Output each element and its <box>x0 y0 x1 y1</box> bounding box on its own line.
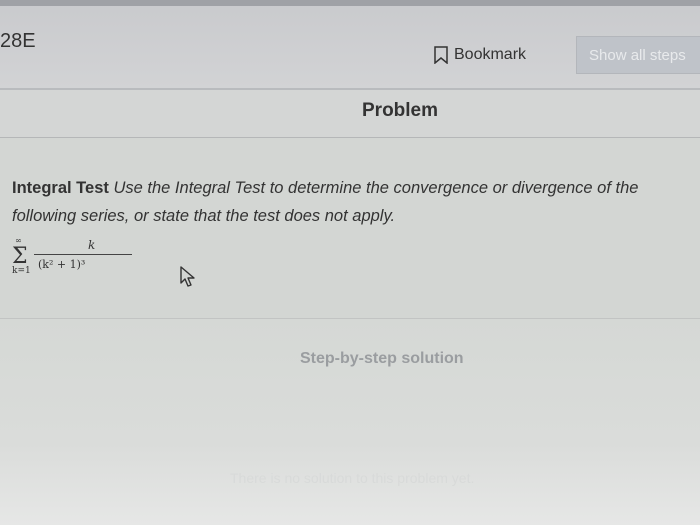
header-top-line <box>0 0 700 6</box>
show-all-steps-button[interactable]: Show all steps <box>576 36 700 74</box>
problem-statement: Integral Test Use the Integral Test to d… <box>12 174 692 230</box>
bookmark-button[interactable]: Bookmark <box>434 42 526 68</box>
bookmark-label: Bookmark <box>454 46 527 63</box>
fraction-bar <box>34 254 132 255</box>
tab-problem[interactable]: Problem <box>362 100 438 122</box>
tab-area <box>0 90 700 138</box>
series-formula: ∞ Σ k=1 k (k² + 1)³ <box>12 236 152 286</box>
bookmark-icon <box>434 46 448 65</box>
no-solution-message: There is no solution to this problem yet… <box>230 470 475 486</box>
fraction-numerator: k <box>88 238 96 252</box>
mouse-cursor-icon <box>178 264 200 288</box>
solution-heading: Step-by-step solution <box>300 350 464 367</box>
sum-lower-limit: k=1 <box>12 266 31 276</box>
fraction-denominator: (k² + 1)³ <box>38 258 86 271</box>
problem-term: Integral Test <box>12 179 109 197</box>
problem-number: 28E <box>0 30 36 52</box>
